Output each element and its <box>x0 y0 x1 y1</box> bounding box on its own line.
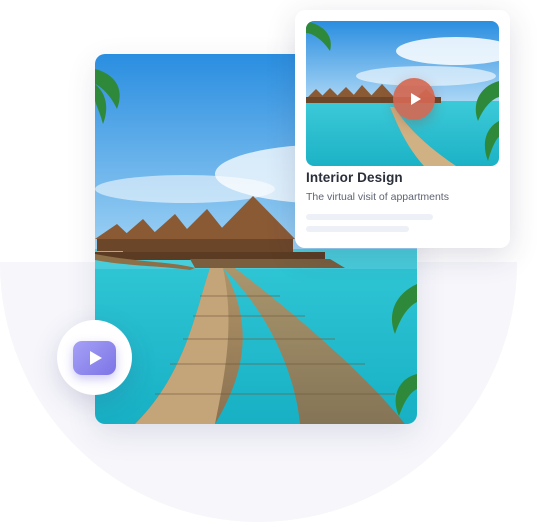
play-icon <box>90 350 102 365</box>
play-button-inner[interactable] <box>73 340 116 375</box>
main-play-button[interactable] <box>57 320 132 395</box>
skeleton-line <box>306 226 409 232</box>
play-icon <box>410 93 421 105</box>
video-card[interactable]: Interior Design The virtual visit of app… <box>295 10 510 248</box>
skeleton-line <box>306 214 433 220</box>
card-subtitle: The virtual visit of appartments <box>306 191 449 203</box>
card-play-button[interactable] <box>393 78 435 120</box>
card-title: Interior Design <box>306 170 403 185</box>
card-thumbnail[interactable] <box>306 21 499 166</box>
